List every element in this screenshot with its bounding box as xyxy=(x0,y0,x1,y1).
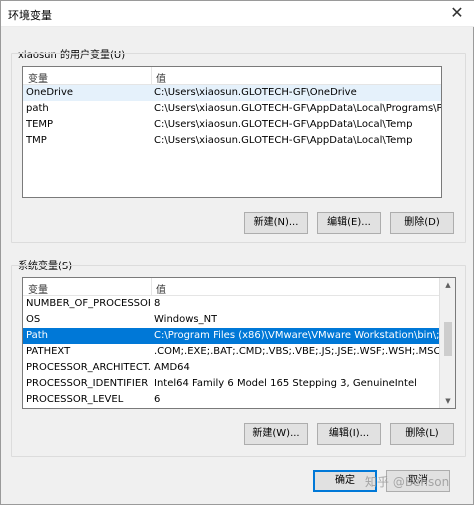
column-header-variable[interactable]: 变量 xyxy=(28,70,48,85)
system-variable-row[interactable]: OS Windows_NT xyxy=(23,312,441,328)
variable-name: PATHEXT xyxy=(26,346,71,357)
user-variable-row[interactable]: OneDrive C:\Users\xiaosun.GLOTECH-GF\One… xyxy=(23,85,441,101)
variable-value: C:\Users\xiaosun.GLOTECH-GF\OneDrive xyxy=(154,87,357,98)
scroll-up-icon[interactable]: ▲ xyxy=(440,278,455,292)
variable-name: PROCESSOR_ARCHITECT... xyxy=(26,362,150,373)
variable-value: Intel64 Family 6 Model 165 Stepping 3, G… xyxy=(154,378,417,389)
column-divider[interactable] xyxy=(151,67,152,85)
system-variable-row-selected[interactable]: Path C:\Program Files (x86)\VMware\VMwar… xyxy=(23,328,455,344)
variable-value: C:\Program Files (x86)\VMware\VMware Wor… xyxy=(154,330,456,341)
user-variables-list[interactable]: 变量 值 OneDrive C:\Users\xiaosun.GLOTECH-G… xyxy=(22,66,442,198)
variable-value: C:\Users\xiaosun.GLOTECH-GF\AppData\Loca… xyxy=(154,103,442,114)
variable-name: path xyxy=(26,103,49,114)
variable-name: OS xyxy=(26,314,41,325)
variable-value: Windows_NT xyxy=(154,314,218,325)
system-edit-button[interactable]: 编辑(I)... xyxy=(317,423,381,445)
system-list-header: 变量 值 xyxy=(23,278,441,296)
user-delete-button[interactable]: 删除(D) xyxy=(390,212,454,234)
user-edit-button[interactable]: 编辑(E)... xyxy=(317,212,381,234)
variable-value: C:\Users\xiaosun.GLOTECH-GF\AppData\Loca… xyxy=(154,135,413,146)
column-header-value[interactable]: 值 xyxy=(156,281,166,296)
system-list-scrollbar[interactable]: ▲ ▼ xyxy=(439,278,455,408)
user-variable-row[interactable]: path C:\Users\xiaosun.GLOTECH-GF\AppData… xyxy=(23,101,441,117)
user-variable-row[interactable]: TMP C:\Users\xiaosun.GLOTECH-GF\AppData\… xyxy=(23,133,441,149)
variable-name: TEMP xyxy=(26,119,54,130)
system-variable-row[interactable]: PROCESSOR_ARCHITECT... AMD64 xyxy=(23,360,441,376)
scrollbar-thumb[interactable] xyxy=(444,322,452,356)
variable-name: PROCESSOR_LEVEL xyxy=(26,394,124,405)
system-new-button[interactable]: 新建(W)... xyxy=(244,423,308,445)
variable-value: 6 xyxy=(154,394,161,405)
user-variable-row[interactable]: TEMP C:\Users\xiaosun.GLOTECH-GF\AppData… xyxy=(23,117,441,133)
variable-name: NUMBER_OF_PROCESSORS xyxy=(26,298,150,309)
close-icon[interactable]: ✕ xyxy=(445,3,469,23)
variable-value: 8 xyxy=(154,298,161,309)
variable-name: TMP xyxy=(26,135,47,146)
variable-value: .COM;.EXE;.BAT;.CMD;.VBS;.VBE;.JS;.JSE;.… xyxy=(154,346,441,357)
system-delete-button[interactable]: 删除(L) xyxy=(390,423,454,445)
variable-value: AMD64 xyxy=(154,362,190,373)
system-variable-row[interactable]: NUMBER_OF_PROCESSORS 8 xyxy=(23,296,441,312)
window-title: 环境变量 xyxy=(8,9,52,22)
title-bar: 环境变量 ✕ xyxy=(1,1,474,27)
system-variables-list[interactable]: 变量 值 NUMBER_OF_PROCESSORS 8 OS Windows_N… xyxy=(22,277,456,409)
environment-variables-dialog: 环境变量 ✕ xiaosun 的用户变量(U) 变量 值 OneDrive C:… xyxy=(0,0,474,505)
variable-name: Path xyxy=(26,330,48,341)
system-variable-row[interactable]: PATHEXT .COM;.EXE;.BAT;.CMD;.VBS;.VBE;.J… xyxy=(23,344,441,360)
column-divider[interactable] xyxy=(151,278,152,296)
variable-name: PROCESSOR_IDENTIFIER xyxy=(26,378,149,389)
watermark: 知乎 @Benson xyxy=(365,475,450,489)
column-header-value[interactable]: 值 xyxy=(156,70,166,85)
variable-name: OneDrive xyxy=(26,87,74,98)
scroll-down-icon[interactable]: ▼ xyxy=(440,394,455,408)
user-list-header: 变量 值 xyxy=(23,67,441,85)
system-variable-row[interactable]: PROCESSOR_IDENTIFIER Intel64 Family 6 Mo… xyxy=(23,376,441,392)
variable-value: C:\Users\xiaosun.GLOTECH-GF\AppData\Loca… xyxy=(154,119,413,130)
column-header-variable[interactable]: 变量 xyxy=(28,281,48,296)
system-variable-row[interactable]: PROCESSOR_LEVEL 6 xyxy=(23,392,441,408)
user-new-button[interactable]: 新建(N)... xyxy=(244,212,308,234)
